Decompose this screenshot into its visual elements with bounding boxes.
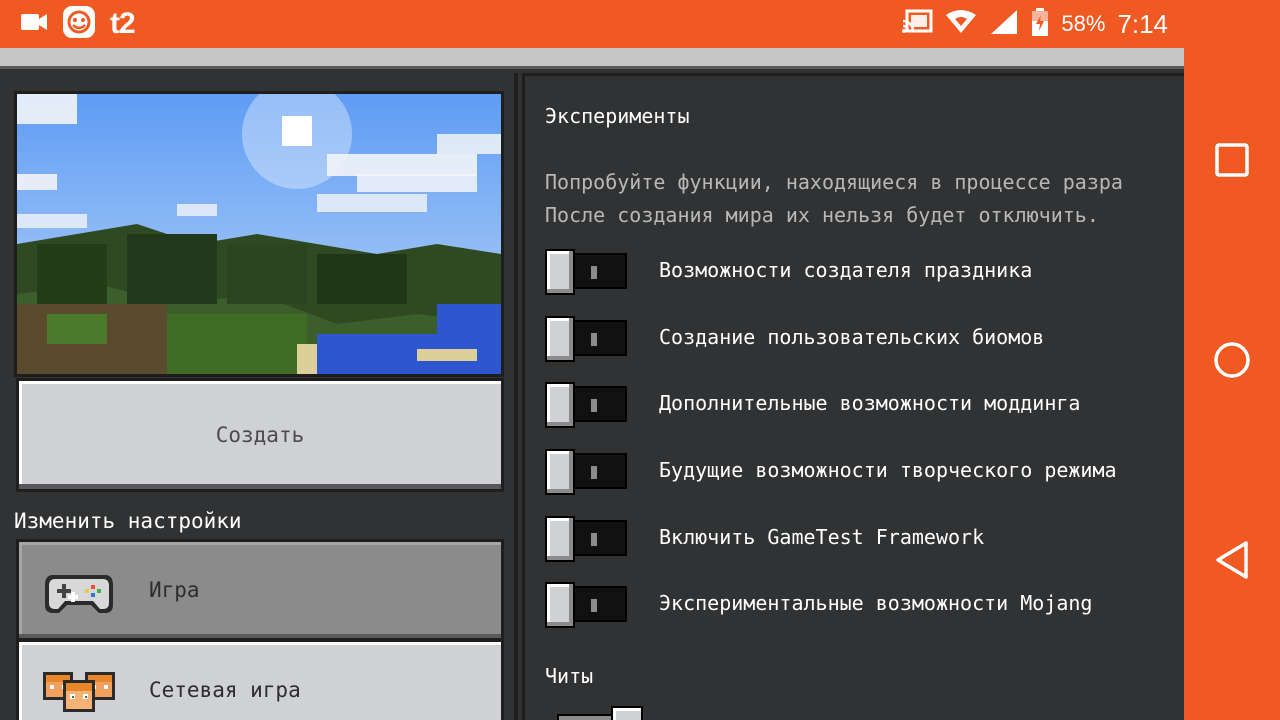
carrier-logo: t2 xyxy=(110,7,136,40)
cheats-toggle[interactable] xyxy=(557,706,645,720)
experiment-toggle-label: Возможности создателя праздника xyxy=(659,258,1033,282)
battery-percent: 58% xyxy=(1061,11,1106,36)
left-panel: Создать Изменить настройки Игра Сетевая … xyxy=(0,73,518,720)
experiment-toggle[interactable] xyxy=(545,382,631,428)
video-camera-icon xyxy=(20,11,48,37)
experiment-toggle-row[interactable]: Включить GameTest Framework xyxy=(545,511,1184,563)
header-strip xyxy=(0,48,1184,69)
wifi-icon xyxy=(945,9,977,39)
status-bar-right: 58% 7:14 xyxy=(901,8,1168,40)
experiment-toggle[interactable] xyxy=(545,582,631,628)
experiment-toggle-label: Дополнительные возможности моддинга xyxy=(659,391,1081,415)
cheats-title: Читы xyxy=(545,664,594,688)
cast-icon xyxy=(901,9,933,39)
tab-game-label: Игра xyxy=(149,578,200,602)
experiment-toggle-row[interactable]: Экспериментальные возможности Mojang xyxy=(545,577,1184,629)
tab-multiplayer[interactable]: Сетевая игра xyxy=(16,639,504,720)
experiments-description-line1: Попробуйте функции, находящиеся в процес… xyxy=(545,170,1123,194)
minecraft-create-world-screen: Создать Изменить настройки Игра Сетевая … xyxy=(0,48,1184,720)
experiment-toggle[interactable] xyxy=(545,449,631,495)
experiment-toggle-label: Экспериментальные возможности Mojang xyxy=(659,591,1093,615)
experiments-description-line2: После создания мира их нельзя будет откл… xyxy=(545,203,1099,227)
experiment-toggle[interactable] xyxy=(545,249,631,295)
experiment-toggle[interactable] xyxy=(545,316,631,362)
controller-icon xyxy=(41,562,117,618)
experiments-description: Попробуйте функции, находящиеся в процес… xyxy=(545,166,1184,232)
experiment-toggle-label: Создание пользовательских биомов xyxy=(659,325,1045,349)
home-icon[interactable] xyxy=(1208,336,1256,384)
experiments-panel: Эксперименты Попробуйте функции, находящ… xyxy=(522,73,1184,720)
create-button[interactable]: Создать xyxy=(16,378,504,492)
world-preview-image xyxy=(14,91,504,377)
navigation-bar xyxy=(1184,0,1280,720)
experiment-toggle-label: Будущие возможности творческого режима xyxy=(659,458,1117,482)
settings-title: Изменить настройки xyxy=(14,509,242,533)
experiment-toggle-row[interactable]: Возможности создателя праздника xyxy=(545,244,1184,296)
battery-charging-icon xyxy=(1031,7,1049,41)
recent-apps-icon[interactable] xyxy=(1208,136,1256,184)
experiment-toggle-row[interactable]: Создание пользовательских биомов xyxy=(545,311,1184,363)
back-icon[interactable] xyxy=(1208,536,1256,584)
experiment-toggle-row[interactable]: Будущие возможности творческого режима xyxy=(545,444,1184,496)
tab-multiplayer-label: Сетевая игра xyxy=(149,678,301,702)
status-bar: t2 58% 7:14 xyxy=(0,0,1184,48)
status-bar-left: t2 xyxy=(20,5,136,43)
clock: 7:14 xyxy=(1117,8,1168,39)
experiment-toggle-label: Включить GameTest Framework xyxy=(659,525,985,549)
app-face-icon xyxy=(62,5,96,43)
signal-icon xyxy=(989,8,1019,40)
experiment-toggle[interactable] xyxy=(545,516,631,562)
experiments-title: Эксперименты xyxy=(545,104,690,128)
multiplayer-icon xyxy=(41,662,117,718)
tab-game[interactable]: Игра xyxy=(16,539,504,641)
experiment-toggle-row[interactable]: Дополнительные возможности моддинга xyxy=(545,377,1184,429)
